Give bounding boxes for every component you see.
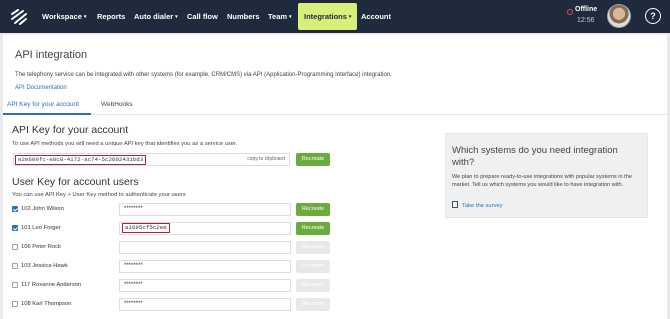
user-name: 108 Karl Thompson — [21, 301, 72, 307]
user-key-field[interactable] — [119, 241, 291, 254]
user-key-value: ******** — [124, 263, 143, 269]
chevron-down-icon: ▾ — [289, 14, 292, 20]
user-checkbox[interactable] — [12, 206, 18, 212]
user-checkbox[interactable] — [12, 225, 18, 231]
status-time: 12:56 — [577, 17, 595, 24]
tab-webhooks[interactable]: WebHooks — [101, 101, 133, 108]
nav-call-flow[interactable]: Call flow — [187, 0, 218, 33]
user-key-field[interactable]: ******** — [119, 260, 291, 273]
recreate-user-key-button[interactable]: Recreate — [296, 203, 330, 216]
chevron-down-icon: ▾ — [83, 14, 87, 20]
status-label: Offline — [575, 6, 598, 13]
take-survey-link[interactable]: Take the survey — [452, 201, 503, 209]
user-name: 101 Leo Forger — [21, 225, 61, 231]
page-description: The telephony service can be integrated … — [15, 72, 392, 78]
offline-status-icon — [567, 9, 573, 15]
account-api-key-value[interactable]: e2e609fc-e8c8-4172-ac74-5c2602431bd3 — [15, 155, 147, 165]
account-key-hint: To use API methods you will need a uniqu… — [12, 141, 238, 147]
recreate-user-key-button[interactable]: Recreate — [296, 298, 330, 311]
page-title: API integration — [15, 49, 88, 61]
tab-divider — [3, 114, 667, 115]
logo-icon[interactable] — [10, 8, 28, 26]
user-key-value: a1695cf5c2ee — [122, 223, 170, 233]
user-name: 102 John Wilson — [21, 206, 64, 212]
survey-card-title: Which systems do you need integration wi… — [452, 145, 618, 168]
top-navigation-bar: Workspace ▾ Reports Auto dialer ▾ Call flo… — [0, 0, 670, 33]
recreate-user-key-button[interactable]: Recreate — [296, 241, 330, 254]
avatar[interactable] — [607, 4, 631, 28]
user-key-hint: You can use API Key + User Key method to… — [12, 192, 186, 198]
nav-integrations[interactable]: Integrations ▾ — [298, 3, 358, 30]
recreate-user-key-button[interactable]: Recreate — [296, 260, 330, 273]
copy-to-clipboard-link[interactable]: copy to clipboard — [247, 156, 285, 162]
user-key-field[interactable]: ******** — [119, 203, 291, 216]
user-key-field[interactable]: ******** — [119, 279, 291, 292]
nav-auto-dialer[interactable]: Auto dialer ▾ — [134, 0, 178, 33]
user-key-field[interactable]: ******** — [119, 298, 291, 311]
user-key-value: ******** — [124, 282, 143, 288]
user-key-heading: User Key for account users — [12, 176, 139, 188]
user-key-value: ******** — [124, 206, 143, 212]
account-key-heading: API Key for your account — [12, 124, 129, 136]
main-panel: API integration The telephony service ca… — [3, 35, 667, 319]
recreate-user-key-button[interactable]: Recreate — [296, 279, 330, 292]
user-checkbox[interactable] — [12, 301, 18, 307]
nav-reports[interactable]: Reports — [97, 0, 125, 33]
nav-numbers[interactable]: Numbers — [227, 0, 260, 33]
active-tab-indicator — [3, 113, 91, 115]
survey-card-text: We plan to prepare ready-to-use integrat… — [452, 174, 632, 188]
help-icon[interactable]: ? — [645, 8, 661, 24]
nav-team[interactable]: Team ▾ — [268, 0, 292, 33]
chevron-down-icon: ▾ — [175, 14, 178, 20]
user-key-value: ******** — [124, 301, 143, 307]
user-key-field[interactable]: a1695cf5c2ee — [119, 222, 291, 235]
tab-api-key[interactable]: API Key for your account — [7, 101, 79, 108]
user-checkbox[interactable] — [12, 244, 18, 250]
nav-account[interactable]: Account — [361, 0, 391, 33]
user-checkbox[interactable] — [12, 282, 18, 288]
user-checkbox[interactable] — [12, 263, 18, 269]
api-documentation-link[interactable]: API Documentation — [15, 85, 67, 91]
recreate-user-key-button[interactable]: Recreate — [296, 222, 330, 235]
account-api-key-field[interactable]: e2e609fc-e8c8-4172-ac74-5c2602431bd3 cop… — [13, 153, 290, 166]
user-name: 106 Peter Rock — [21, 244, 61, 250]
recreate-account-key-button[interactable]: Recreate — [296, 153, 330, 166]
chevron-down-icon: ▾ — [348, 14, 352, 20]
document-edit-icon — [452, 201, 458, 208]
user-name: 103 Jessica Hawk — [21, 263, 68, 269]
nav-workspace[interactable]: Workspace ▾ — [42, 0, 86, 33]
user-name: 117 Roxanne Anderson — [21, 282, 82, 288]
integration-survey-card: Which systems do you need integration wi… — [445, 133, 648, 218]
